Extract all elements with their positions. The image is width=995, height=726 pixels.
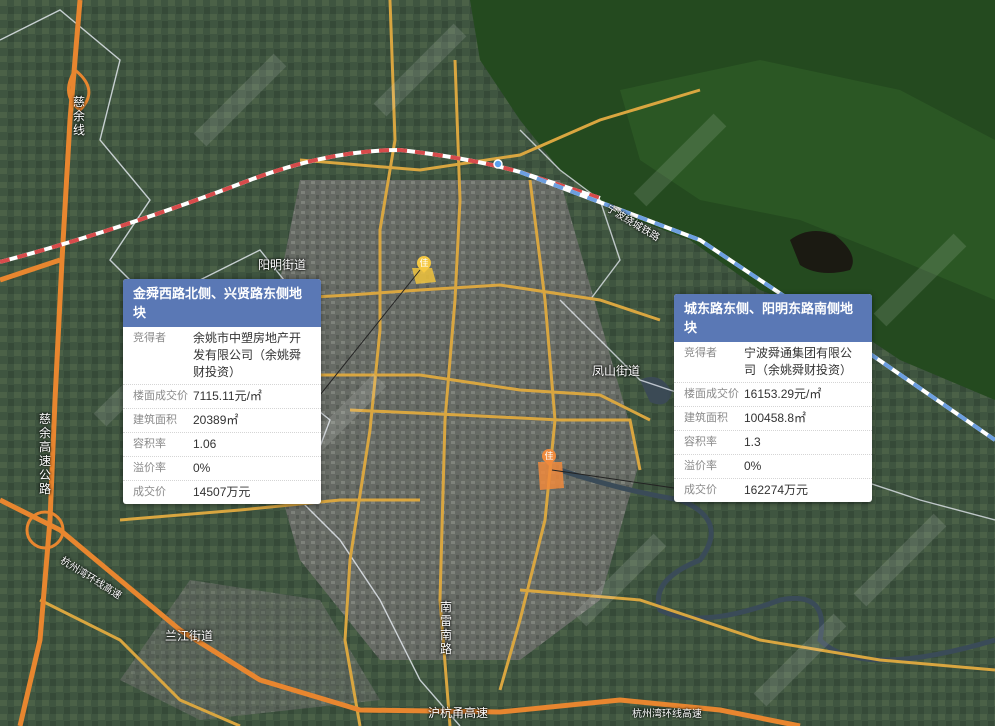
land-info-card-1[interactable]: 金舜西路北侧、兴贤路东侧地块 竞得者 余姚市中塑房地产开发有限公司（余姚舜财投资…: [123, 279, 321, 504]
card-row-total-price: 成交价 14507万元: [123, 481, 321, 504]
residential-pin-2[interactable]: 佳: [539, 446, 559, 466]
row-key: 溢价率: [684, 460, 717, 472]
row-key: 容积率: [133, 438, 166, 450]
land-plot-2[interactable]: [538, 462, 564, 490]
card-row-total-price: 成交价 162274万元: [674, 479, 872, 502]
card-title: 城东路东侧、阳明东路南侧地块: [674, 294, 872, 342]
row-value: 1.06: [193, 437, 217, 451]
row-value: 100458.8㎡: [744, 411, 807, 425]
card-row-premium: 溢价率 0%: [123, 457, 321, 481]
pin-label: 佳: [544, 451, 554, 461]
card-row-far: 容积率 1.3: [674, 431, 872, 455]
label-cixi-left-bottom: 慈余高速公路: [38, 412, 51, 496]
row-key: 成交价: [684, 484, 717, 496]
card-row-floor-price: 楼面成交价 16153.29元/㎡: [674, 383, 872, 407]
row-value: 宁波舜通集团有限公司（余姚舜财投资）: [744, 346, 853, 377]
residential-pin-1[interactable]: 佳: [414, 253, 434, 273]
row-key: 竞得者: [133, 332, 166, 344]
station-marker[interactable]: [493, 159, 503, 169]
label-yangming: 阳明街道: [258, 258, 307, 272]
row-key: 楼面成交价: [684, 388, 739, 400]
row-value: 16153.29元/㎡: [744, 387, 822, 401]
row-value: 7115.11元/㎡: [193, 389, 262, 403]
row-key: 楼面成交价: [133, 390, 188, 402]
card-row-winner: 竞得者 余姚市中塑房地产开发有限公司（余姚舜财投资）: [123, 327, 321, 385]
row-key: 建筑面积: [133, 414, 177, 426]
label-cixi-left-top: 慈余线: [72, 95, 85, 137]
pin-label: 佳: [419, 258, 429, 268]
row-key: 竞得者: [684, 347, 717, 359]
card-row-far: 容积率 1.06: [123, 433, 321, 457]
label-expressway-bottom: 沪杭甬高速: [428, 706, 489, 720]
label-nanlei-road: 南雷南路: [439, 600, 452, 656]
row-value: 0%: [193, 461, 211, 475]
card-row-floor-price: 楼面成交价 7115.11元/㎡: [123, 385, 321, 409]
row-key: 容积率: [684, 436, 717, 448]
card-row-area: 建筑面积 100458.8㎡: [674, 407, 872, 431]
card-row-premium: 溢价率 0%: [674, 455, 872, 479]
row-value: 0%: [744, 459, 762, 473]
row-key: 建筑面积: [684, 412, 728, 424]
row-value: 余姚市中塑房地产开发有限公司（余姚舜财投资）: [193, 331, 302, 379]
card-row-area: 建筑面积 20389㎡: [123, 409, 321, 433]
row-value: 14507万元: [193, 485, 251, 499]
row-key: 溢价率: [133, 462, 166, 474]
row-value: 20389㎡: [193, 413, 239, 427]
row-value: 1.3: [744, 435, 761, 449]
row-value: 162274万元: [744, 483, 809, 497]
card-row-winner: 竞得者 宁波舜通集团有限公司（余姚舜财投资）: [674, 342, 872, 383]
label-fengshan: 凤山街道: [592, 364, 641, 378]
label-expressway-se: 杭州湾环线高速: [632, 709, 702, 720]
row-key: 成交价: [133, 486, 166, 498]
land-info-card-2[interactable]: 城东路东侧、阳明东路南侧地块 竞得者 宁波舜通集团有限公司（余姚舜财投资） 楼面…: [674, 294, 872, 502]
card-title: 金舜西路北侧、兴贤路东侧地块: [123, 279, 321, 327]
label-lanjiang: 兰江街道: [165, 629, 214, 643]
